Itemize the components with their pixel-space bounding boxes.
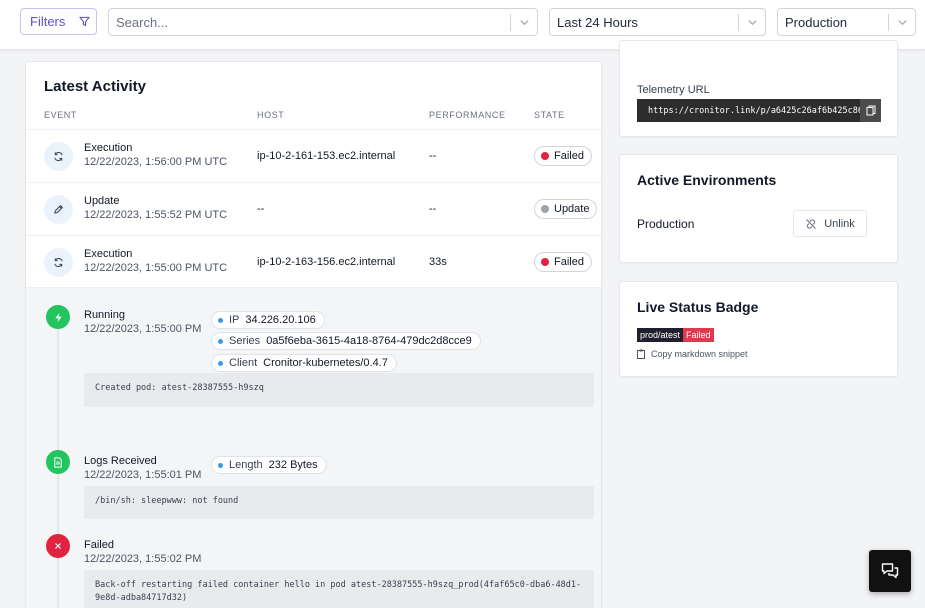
status-label: Update — [554, 203, 590, 215]
event-time: 12/22/2023, 1:55:52 PM UTC — [84, 209, 228, 221]
live-status-badge-card: Live Status Badge prod/atest Failed Copy… — [619, 281, 898, 377]
badge-title: Live Status Badge — [637, 299, 759, 315]
refresh-icon — [44, 248, 73, 277]
tag-ip: IP 34.226.20.106 — [211, 311, 325, 329]
event-performance: 33s — [429, 256, 447, 268]
copy-icon — [866, 105, 875, 116]
status-label: Failed — [554, 150, 584, 162]
telemetry-url-label: Telemetry URL — [637, 84, 710, 96]
event-name: Update — [84, 195, 120, 207]
event-name: Execution — [84, 142, 133, 154]
status-badge: Failed — [534, 252, 592, 272]
search-placeholder: Search... — [116, 14, 169, 30]
chevron-down-icon[interactable] — [511, 17, 537, 28]
chat-support-button[interactable] — [869, 550, 911, 592]
filters-button[interactable]: Filters — [20, 8, 97, 35]
table-row[interactable]: Execution 12/22/2023, 1:56:00 PM UTC ip-… — [26, 129, 601, 182]
telemetry-url-field[interactable]: https://cronitor.link/p/a6425c26af6b425c… — [637, 99, 881, 122]
telemetry-card: Telemetry URL https://cronitor.link/p/a6… — [619, 40, 898, 137]
filters-label: Filters — [30, 14, 66, 29]
copy-snippet-label: Copy markdown snippet — [651, 349, 748, 359]
badge-status: Failed — [683, 328, 714, 342]
refresh-icon — [44, 142, 73, 171]
tag-client: Client Cronitor-kubernetes/0.4.7 — [211, 354, 397, 372]
status-badge: Update — [534, 199, 598, 219]
active-environments-card: Active Environments Production Unlink — [619, 154, 898, 263]
environment-name: Production — [637, 217, 695, 231]
filter-icon — [79, 16, 91, 27]
chevron-down-icon[interactable] — [739, 17, 765, 28]
timeline-event-time: 12/22/2023, 1:55:01 PM — [84, 469, 202, 481]
latest-activity-card: Latest Activity EVENT HOST PERFORMANCE S… — [25, 61, 602, 608]
event-host: ip-10-2-163-156.ec2.internal — [257, 256, 396, 268]
column-header-performance: PERFORMANCE — [429, 110, 506, 120]
copy-url-button[interactable] — [860, 99, 881, 122]
log-output: /bin/sh: sleepwww: not found — [84, 486, 594, 519]
event-host: -- — [257, 203, 265, 215]
environment-value: Production — [785, 14, 848, 30]
badge-monitor-name: prod/atest — [637, 328, 684, 342]
search-input[interactable]: Search... — [108, 8, 538, 36]
pencil-icon — [44, 195, 73, 224]
timeline-event-name: Failed — [84, 539, 114, 551]
event-performance: -- — [429, 150, 437, 162]
execution-detail: Running 12/22/2023, 1:55:00 PM IP 34.226.… — [26, 287, 601, 608]
table-row[interactable]: Update 12/22/2023, 1:55:52 PM UTC -- -- … — [26, 182, 601, 235]
table-row[interactable]: Execution 12/22/2023, 1:55:00 PM UTC ip-… — [26, 235, 601, 288]
environment-select[interactable]: Production — [777, 8, 916, 36]
activity-title: Latest Activity — [44, 78, 146, 95]
environments-title: Active Environments — [637, 172, 777, 188]
column-header-state: STATE — [534, 110, 565, 120]
event-time: 12/22/2023, 1:56:00 PM UTC — [84, 156, 228, 168]
unlink-icon — [806, 218, 817, 229]
chat-icon — [881, 563, 899, 579]
event-host: ip-10-2-161-153.ec2.internal — [257, 150, 396, 162]
column-header-event: EVENT — [44, 110, 78, 120]
log-output: Created pod: atest-28387555-h9szq — [84, 373, 594, 407]
tag-length: Length 232 Bytes — [211, 456, 327, 474]
unlink-button[interactable]: Unlink — [793, 210, 867, 237]
column-header-host: HOST — [257, 110, 285, 120]
chevron-down-icon[interactable] — [889, 17, 915, 28]
unlink-label: Unlink — [824, 217, 855, 230]
status-badge: Failed — [534, 146, 592, 166]
document-icon — [46, 450, 70, 474]
timeline-event-name: Logs Received — [84, 455, 157, 467]
event-performance: -- — [429, 203, 437, 215]
log-output: Back-off restarting failed container hel… — [84, 570, 594, 608]
status-badge-preview: prod/atest Failed — [637, 328, 714, 342]
copy-markdown-snippet-link[interactable]: Copy markdown snippet — [637, 349, 748, 359]
x-icon — [46, 534, 70, 558]
timeline-event-name: Running — [84, 309, 125, 321]
status-dot — [541, 205, 549, 213]
clipboard-icon — [637, 349, 645, 359]
timeline-event-time: 12/22/2023, 1:55:02 PM — [84, 553, 202, 565]
timeline-event-time: 12/22/2023, 1:55:00 PM — [84, 323, 202, 335]
status-dot — [541, 258, 549, 266]
status-label: Failed — [554, 256, 584, 268]
event-time: 12/22/2023, 1:55:00 PM UTC — [84, 262, 228, 274]
time-range-select[interactable]: Last 24 Hours — [549, 8, 766, 36]
event-name: Execution — [84, 248, 133, 260]
tag-series: Series 0a5f6eba-3615-4a18-8764-479dc2d8cc… — [211, 332, 481, 350]
bolt-icon — [46, 305, 70, 329]
time-range-value: Last 24 Hours — [557, 14, 638, 30]
status-dot — [541, 152, 549, 160]
